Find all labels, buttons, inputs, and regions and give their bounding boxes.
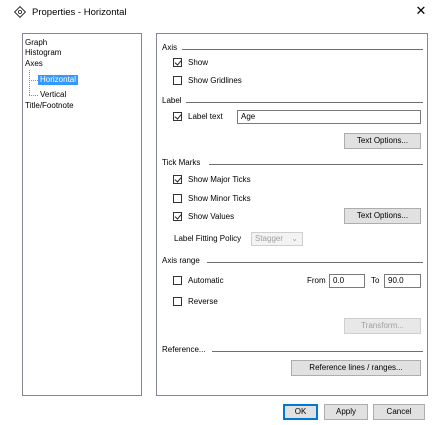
show-major-ticks-checkbox[interactable] [173,175,182,184]
chevron-down-icon: ⌄ [291,234,298,243]
cancel-button[interactable]: Cancel [373,404,425,420]
from-label: From [307,276,326,285]
tree-item-histogram[interactable]: Histogram [25,48,61,58]
tree-item-title-footnote[interactable]: Title/Footnote [25,101,74,111]
tree-connector-horizontal [29,80,38,81]
tick-text-options-button[interactable]: Text Options... [344,208,421,224]
properties-panel: Axis Show Show Gridlines Label Label tex… [156,33,428,396]
reference-lines-button[interactable]: Reference lines / ranges... [291,360,421,376]
separator [186,102,423,103]
section-axis-range: Axis range [162,256,200,265]
section-reference: Reference... [162,345,206,354]
tree-item-graph[interactable]: Graph [25,38,47,48]
label-text-label: Label text [188,112,223,121]
show-values-checkbox[interactable] [173,212,182,221]
separator [182,49,423,50]
to-input[interactable]: 90.0 [384,274,421,288]
reverse-label: Reverse [188,297,218,306]
show-axis-label: Show [188,58,209,67]
transform-button[interactable]: Transform... [344,318,421,334]
label-text-checkbox[interactable] [173,112,182,121]
apply-button[interactable]: Apply [324,404,368,420]
section-axis: Axis [162,43,178,52]
tree-item-horizontal[interactable]: Horizontal [38,75,79,85]
show-minor-ticks-label: Show Minor Ticks [188,194,251,203]
tree-item-axes[interactable]: Axes [25,59,43,69]
separator [212,351,423,352]
to-label: To [371,276,380,285]
section-label: Label [162,96,182,105]
show-axis-checkbox[interactable] [173,58,182,67]
window-title: Properties - Horizontal [32,7,127,18]
label-text-options-button[interactable]: Text Options... [344,133,421,149]
label-text-input[interactable]: Age [237,110,421,124]
ok-button[interactable]: OK [283,404,318,420]
section-tick-marks: Tick Marks [162,158,201,167]
show-gridlines-label: Show Gridlines [188,76,242,85]
tree-connector-horizontal [29,95,38,96]
label-fitting-policy-select[interactable]: Stagger ⌄ [251,232,303,246]
automatic-range-label: Automatic [188,276,224,285]
properties-tree[interactable]: Graph Histogram Axes Horizontal Vertical… [22,33,142,396]
show-gridlines-checkbox[interactable] [173,76,182,85]
settings-diamond-icon [14,6,26,18]
label-fitting-policy-value: Stagger [255,234,284,243]
separator [209,164,423,165]
separator [207,262,423,263]
show-major-ticks-label: Show Major Ticks [188,175,251,184]
tree-item-vertical[interactable]: Vertical [40,90,66,100]
label-fitting-policy-label: Label Fitting Policy [174,234,242,243]
show-minor-ticks-checkbox[interactable] [173,194,182,203]
show-values-label: Show Values [188,212,235,221]
close-icon[interactable]: ✕ [413,3,429,19]
from-input[interactable]: 0.0 [329,274,365,288]
reverse-checkbox[interactable] [173,297,182,306]
tree-connector-vertical [29,70,30,95]
automatic-range-checkbox[interactable] [173,276,182,285]
